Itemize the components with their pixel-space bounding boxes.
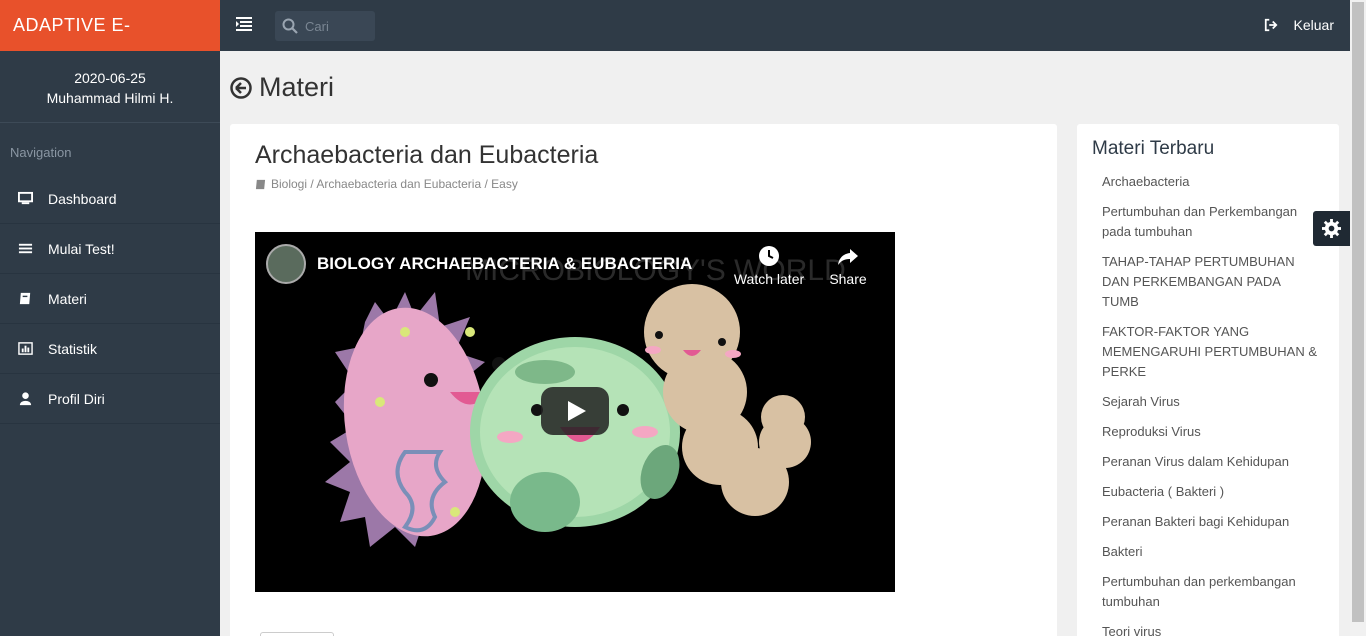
list-item[interactable]: Peranan Virus dalam Kehidupan: [1102, 452, 1317, 472]
menu-icon: [236, 17, 252, 31]
sidebar-item-statistik[interactable]: Statistik: [0, 324, 220, 374]
book-icon: [255, 179, 266, 189]
user-icon: [18, 391, 33, 406]
top-navbar: Keluar: [220, 0, 1350, 51]
page-title-text: Materi: [259, 72, 335, 102]
nav-heading: Navigation: [10, 145, 72, 160]
profile-name: Muhammad Hilmi H.: [46, 90, 174, 106]
latest-materials-card: Materi Terbaru Archaebacteria Pertumbuha…: [1077, 124, 1339, 636]
video-title[interactable]: BIOLOGY ARCHAEBACTERIA & EUBACTERIA: [317, 254, 692, 274]
play-button[interactable]: [541, 387, 609, 435]
profile-date: 2020-06-25: [74, 70, 146, 86]
sidebar: 2020-06-25 Muhammad Hilmi H. Navigation …: [0, 51, 220, 636]
list-item[interactable]: Bakteri: [1102, 542, 1317, 562]
clock-icon: [759, 246, 779, 266]
desktop-icon: [18, 191, 33, 206]
book-icon: [18, 291, 33, 306]
search-input[interactable]: [305, 17, 369, 35]
sidebar-item-label: Materi: [48, 290, 87, 307]
list-item[interactable]: Eubacteria ( Bakteri ): [1102, 482, 1317, 502]
page-scrollbar[interactable]: [1350, 0, 1366, 636]
gear-icon: [1322, 219, 1341, 238]
user-profile: 2020-06-25 Muhammad Hilmi H.: [0, 51, 220, 123]
list-item[interactable]: Teori virus: [1102, 622, 1317, 636]
logout-button[interactable]: Keluar: [1264, 17, 1334, 33]
video-player[interactable]: MICROBIOLOGY'S WORLD BIOLOGY ARCHAEBACTE…: [255, 232, 895, 592]
channel-avatar[interactable]: [266, 244, 306, 284]
watch-later-button[interactable]: Watch later: [733, 244, 805, 287]
sidebar-item-profil-diri[interactable]: Profil Diri: [0, 374, 220, 424]
sidebar-item-dashboard[interactable]: Dashboard: [0, 174, 220, 224]
play-icon: [568, 401, 586, 421]
brand-logo[interactable]: ADAPTIVE E-LEARNING: [0, 0, 220, 86]
list-item[interactable]: Pertumbuhan dan perkembangan tumbuhan: [1102, 572, 1317, 612]
page-title: Materi: [230, 72, 334, 103]
watch-later-label: Watch later: [733, 271, 805, 287]
sidebar-item-label: Statistik: [48, 340, 98, 357]
latest-materials-title: Materi Terbaru: [1092, 138, 1215, 159]
list-item[interactable]: Peranan Bakteri bagi Kehidupan: [1102, 512, 1317, 532]
sidebar-item-mulai-test[interactable]: Mulai Test!: [0, 224, 220, 274]
list-item[interactable]: Reproduksi Virus: [1102, 422, 1317, 442]
materi-title: Archaebacteria dan Eubacteria: [255, 141, 599, 169]
latest-materials-list: Archaebacteria Pertumbuhan dan Perkemban…: [1102, 172, 1317, 636]
list-icon: [18, 241, 33, 256]
back-arrow-icon[interactable]: [230, 76, 252, 99]
list-item[interactable]: TAHAP-TAHAP PERTUMBUHAN DAN PERKEMBANGAN…: [1102, 252, 1317, 312]
content-card: Archaebacteria dan Eubacteria Biologi / …: [230, 124, 1057, 636]
sidebar-item-materi[interactable]: Materi: [0, 274, 220, 324]
list-item[interactable]: Pertumbuhan dan Perkembangan pada tumbuh…: [1102, 202, 1317, 242]
sidebar-toggle-button[interactable]: [236, 17, 254, 33]
search-box: [275, 11, 375, 41]
sidebar-item-label: Mulai Test!: [48, 240, 115, 257]
share-icon: [838, 249, 858, 265]
scrollbar-thumb[interactable]: [1352, 2, 1364, 622]
list-item[interactable]: Archaebacteria: [1102, 172, 1317, 192]
list-item[interactable]: Sejarah Virus: [1102, 392, 1317, 412]
search-icon: [282, 18, 298, 34]
share-button[interactable]: Share: [828, 244, 868, 287]
breadcrumb-text: Biologi / Archaebacteria dan Eubacteria …: [271, 177, 518, 191]
sidebar-item-label: Dashboard: [48, 190, 117, 207]
list-item[interactable]: FAKTOR-FAKTOR YANG MEMENGARUHI PERTUMBUH…: [1102, 322, 1317, 382]
share-label: Share: [829, 271, 867, 287]
footer-button[interactable]: [260, 632, 334, 636]
settings-button[interactable]: [1313, 211, 1350, 246]
breadcrumb: Biologi / Archaebacteria dan Eubacteria …: [255, 177, 518, 191]
logout-label: Keluar: [1293, 17, 1334, 33]
bar-chart-icon: [18, 341, 33, 356]
sidebar-item-label: Profil Diri: [48, 390, 105, 407]
sign-out-icon: [1264, 18, 1278, 32]
